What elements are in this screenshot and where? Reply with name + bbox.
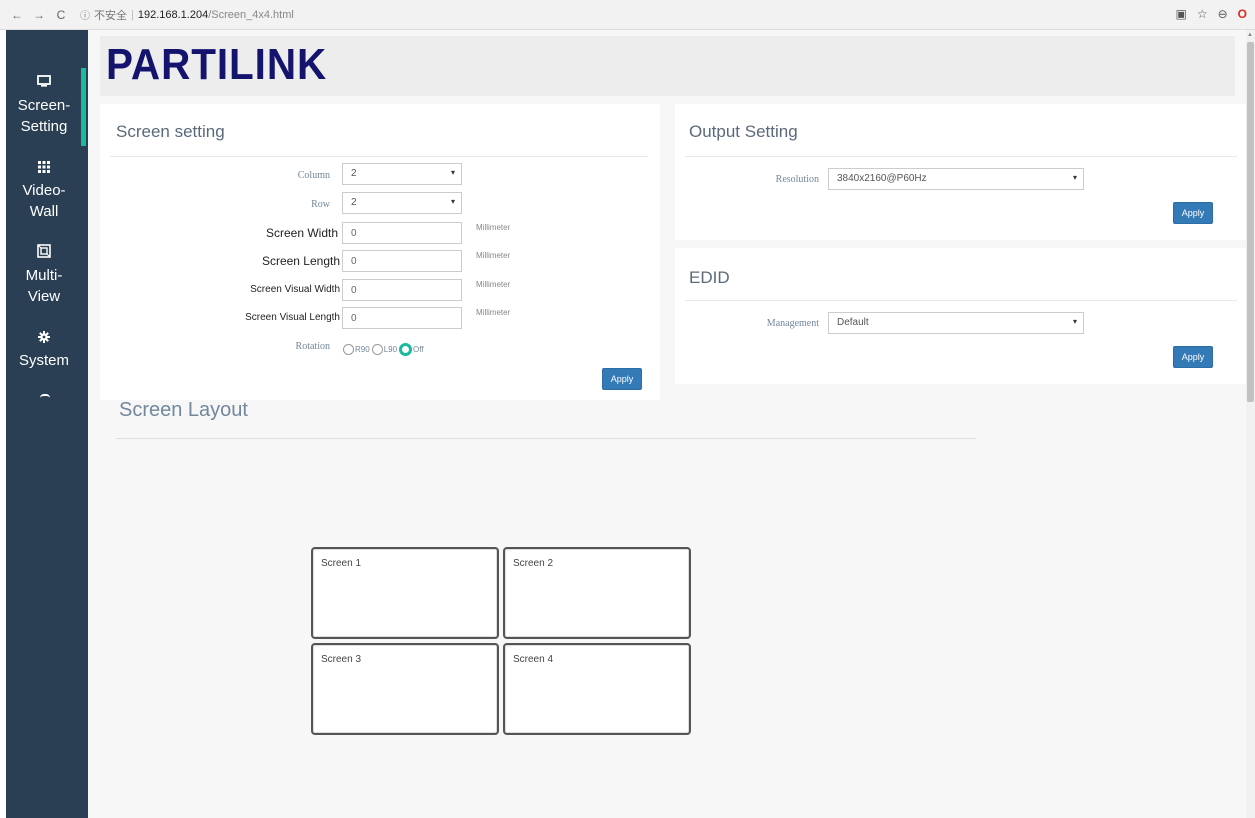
screen-tile-label: Screen 3 [321, 654, 362, 665]
row-label: Row [311, 199, 330, 210]
star-icon[interactable]: ☆ [1197, 7, 1208, 21]
sidebar-item-multi-view[interactable]: Multi- View [6, 242, 82, 307]
forward-icon[interactable]: → [32, 8, 46, 22]
management-select[interactable]: Default ▾ [828, 312, 1084, 334]
visual-length-label: Screen Visual Length [245, 312, 340, 323]
screen-tile-2[interactable]: Screen 2 [503, 547, 691, 639]
more-indicator-icon [40, 394, 50, 398]
screen-apply-button[interactable]: Apply [602, 368, 642, 390]
radio-icon[interactable] [343, 344, 354, 355]
screen-length-label: Screen Length [261, 254, 340, 268]
chevron-down-icon: ▾ [450, 197, 455, 206]
chevron-down-icon: ▾ [1072, 173, 1077, 182]
back-icon[interactable]: ← [10, 8, 24, 22]
panel-title: EDID [689, 268, 730, 287]
visual-width-input[interactable]: 0 [342, 279, 462, 301]
sidebar-item-label: Setting [20, 118, 68, 135]
sidebar-item-label: View [27, 288, 61, 305]
grid-icon [6, 157, 82, 179]
visual-length-input[interactable]: 0 [342, 307, 462, 329]
screen-tile-label: Screen 2 [513, 558, 554, 569]
translate-icon[interactable]: ▣ [1175, 7, 1186, 21]
edid-panel: EDID Management Default ▾ Apply [675, 248, 1248, 384]
screen-width-label: Screen Width [265, 226, 338, 240]
unit-label: Millimeter [476, 308, 511, 317]
info-icon[interactable]: ⓘ [80, 7, 90, 22]
rotation-option-l90[interactable]: L90 [371, 344, 398, 355]
monitor-icon [6, 72, 82, 94]
reload-icon[interactable]: C [54, 8, 68, 22]
resolution-value: 3840x2160@P60Hz [837, 173, 927, 184]
browser-actions: ▣ ☆ ⊖ O [1175, 7, 1247, 21]
insecure-label: 不安全 [94, 9, 127, 22]
sidebar-item-label: System [18, 352, 69, 369]
account-icon[interactable]: ⊖ [1218, 7, 1228, 21]
screen-length-input[interactable]: 0 [342, 250, 462, 272]
resolution-select[interactable]: 3840x2160@P60Hz ▾ [828, 168, 1084, 190]
screen-layout-title: Screen Layout [119, 399, 248, 421]
radio-icon[interactable] [371, 344, 383, 355]
divider [116, 438, 976, 439]
main-content: PARTILINK Screen setting Column 2 ▾ Row … [88, 30, 1255, 818]
brand-logo: PARTILINK [106, 40, 328, 89]
screen-tile-label: Screen 1 [321, 558, 362, 569]
sidebar-item-label: Multi- [25, 267, 63, 284]
column-label: Column [297, 170, 330, 181]
sidebar-item-screen-setting[interactable]: Screen- Setting [6, 72, 82, 137]
sidebar-item-system[interactable]: System [6, 327, 82, 371]
divider [685, 156, 1237, 157]
unit-label: Millimeter [476, 280, 511, 289]
output-apply-button[interactable]: Apply [1173, 202, 1213, 224]
rotation-radio-group: R90 L90 Off [343, 343, 426, 356]
screen-width-input[interactable]: 0 [342, 222, 462, 244]
radio-label: R90 [355, 345, 370, 354]
sidebar-item-label: Video- [22, 182, 66, 199]
screen-tile-label: Screen 4 [513, 654, 554, 665]
unit-label: Millimeter [476, 251, 511, 260]
opera-icon[interactable]: O [1238, 7, 1247, 21]
address-bar[interactable]: ⓘ 不安全 | 192.168.1.204 /Screen_4x4.html [80, 7, 294, 23]
radio-label: L90 [383, 345, 398, 354]
chevron-down-icon: ▾ [1072, 317, 1077, 326]
management-value: Default [837, 317, 869, 328]
rotation-option-off[interactable]: Off [399, 343, 424, 356]
row-select[interactable]: 2 ▾ [342, 192, 462, 214]
radio-selected-icon[interactable] [399, 343, 413, 356]
scrollbar-thumb[interactable] [1247, 42, 1254, 402]
url-host: 192.168.1.204 [137, 8, 209, 21]
rotation-label: Rotation [295, 341, 330, 352]
screen-tile-3[interactable]: Screen 3 [311, 643, 499, 735]
header: PARTILINK [100, 36, 1235, 96]
edid-apply-button[interactable]: Apply [1173, 346, 1213, 368]
url-path: /Screen_4x4.html [208, 8, 294, 21]
sidebar-item-label: Screen- [17, 97, 71, 114]
divider [685, 300, 1237, 301]
row-value: 2 [351, 197, 357, 208]
scroll-up-icon[interactable]: ▲ [1247, 32, 1253, 38]
screen-tile-1[interactable]: Screen 1 [311, 547, 499, 639]
resolution-label: Resolution [775, 174, 819, 185]
divider [110, 156, 648, 157]
screen-setting-panel: Screen setting Column 2 ▾ Row 2 ▾ Screen… [100, 104, 660, 400]
page-scrollbar[interactable]: ▲ [1246, 30, 1255, 818]
radio-label: Off [413, 345, 424, 354]
browser-toolbar: ← → C ⓘ 不安全 | 192.168.1.204 /Screen_4x4.… [0, 0, 1255, 30]
visual-width-label: Screen Visual Width [250, 284, 340, 295]
output-setting-panel: Output Setting Resolution 3840x2160@P60H… [675, 104, 1248, 240]
panel-title: Screen setting [116, 122, 225, 141]
unit-label: Millimeter [476, 223, 511, 232]
screen-tile-4[interactable]: Screen 4 [503, 643, 691, 735]
sidebar-item-video-wall[interactable]: Video- Wall [6, 157, 82, 222]
rotation-option-r90[interactable]: R90 [343, 344, 370, 355]
multiview-icon [6, 242, 82, 264]
panel-title: Output Setting [689, 122, 798, 141]
column-value: 2 [351, 168, 357, 179]
sidebar-item-label: Wall [29, 203, 59, 220]
chevron-down-icon: ▾ [450, 168, 455, 177]
url-separator: | [131, 8, 134, 21]
column-select[interactable]: 2 ▾ [342, 163, 462, 185]
management-label: Management [766, 318, 819, 329]
gear-icon [6, 327, 82, 349]
sidebar: Screen- Setting Video- Wall Multi- View … [6, 30, 88, 818]
